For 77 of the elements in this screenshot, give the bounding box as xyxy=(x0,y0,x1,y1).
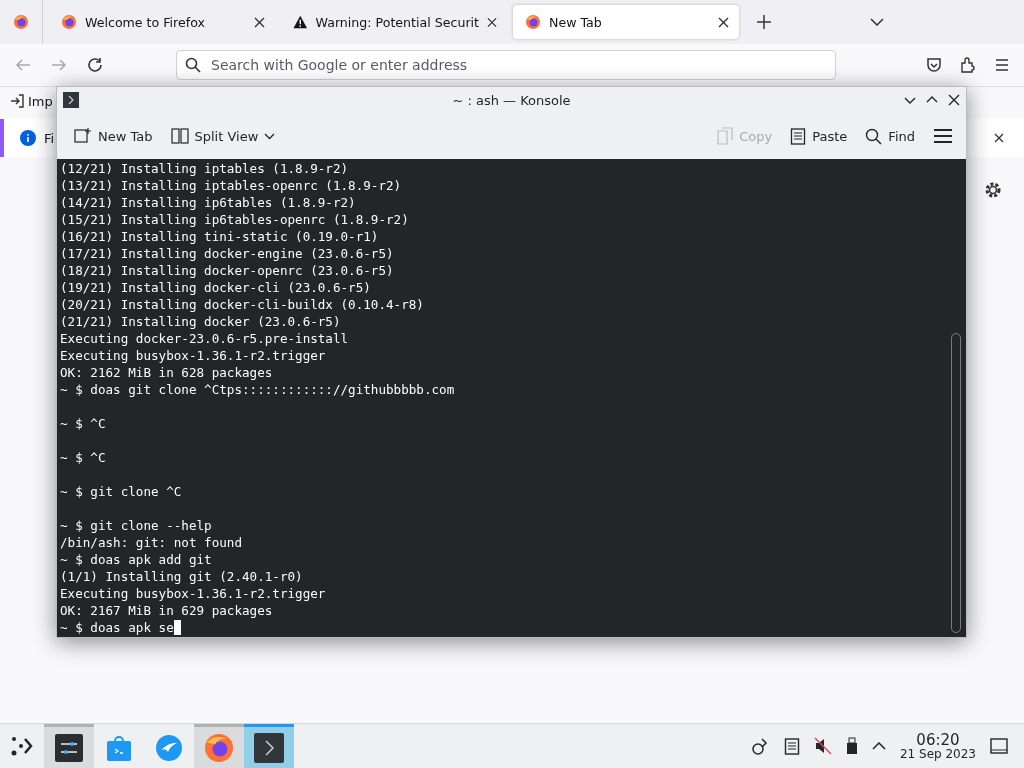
split-view-icon xyxy=(170,128,189,144)
import-icon xyxy=(10,94,24,108)
menu-icon[interactable] xyxy=(934,129,952,143)
reload-icon[interactable] xyxy=(86,56,104,74)
firefox-icon xyxy=(204,732,234,763)
terminal-line: ~ $ doas apk se xyxy=(60,619,951,636)
terminal-icon xyxy=(63,92,79,108)
terminal-line: (12/21) Installing iptables (1.8.9-r2) xyxy=(60,160,350,177)
terminal-line: OK: 2167 MiB in 629 packages xyxy=(60,602,274,619)
terminal-line: ~ $ git clone ^C xyxy=(60,483,183,501)
search-icon xyxy=(865,127,883,145)
new-tab-icon[interactable] xyxy=(757,15,771,29)
terminal-line: Executing docker-23.0.6-r5.pre-install xyxy=(60,330,350,347)
terminal-line: (13/21) Installing iptables-openrc (1.8.9-r2) xyxy=(60,177,403,194)
terminal-line: /bin/ash: git: not found xyxy=(60,534,243,551)
terminal-line: (16/21) Installing tini-static (0.19.0-r1) xyxy=(60,228,380,245)
firefox-icon xyxy=(525,14,541,30)
close-icon[interactable] xyxy=(948,94,960,106)
copy-icon xyxy=(717,127,734,145)
browser-tab[interactable]: Welcome to Firefox xyxy=(49,5,275,39)
terminal-line: (17/21) Installing docker-engine (23.0.6-r5) xyxy=(60,245,395,262)
terminal-line: ~ $ doas git clone ^Ctps:::::::::::://githubbbbb.com xyxy=(60,381,456,399)
browser-tab[interactable]: Warning: Potential Securit xyxy=(281,5,507,39)
new-tab-icon xyxy=(74,127,92,145)
terminal-line: (15/21) Installing ip6tables-openrc (1.8.9-r2) xyxy=(60,211,410,228)
search-icon xyxy=(185,57,201,73)
shopping-bag-icon xyxy=(105,733,133,762)
settings-icon[interactable] xyxy=(984,181,1002,199)
terminal-line: (14/21) Installing ip6tables (1.8.9-r2) xyxy=(60,194,357,211)
terminal-line: (19/21) Installing docker-cli (23.0.6-r5) xyxy=(60,279,372,296)
terminal-line: (18/21) Installing docker-openrc (23.0.6-r5) xyxy=(60,262,395,279)
clock[interactable]: 06:20 21 Sep 2023 xyxy=(899,732,976,760)
info-icon xyxy=(20,130,36,146)
chevron-down-icon xyxy=(264,132,276,140)
close-icon[interactable] xyxy=(254,16,265,28)
terminal-line: ~ $ git clone --help xyxy=(60,517,213,534)
toolbar-button[interactable]: Paste xyxy=(783,123,855,149)
chevron-up-icon[interactable] xyxy=(871,742,886,750)
close-icon[interactable] xyxy=(487,16,497,28)
taskbar-app[interactable] xyxy=(44,724,94,768)
taskbar-app[interactable] xyxy=(244,724,294,768)
text-cursor xyxy=(173,620,181,635)
address-bar[interactable]: Search with Google or enter address xyxy=(176,50,836,80)
clipboard-icon xyxy=(790,127,807,145)
firefox-icon xyxy=(61,14,77,30)
chevron-down-icon[interactable] xyxy=(870,18,884,26)
warning-icon xyxy=(293,14,308,30)
clipboard-icon[interactable] xyxy=(783,737,800,755)
terminal-line: OK: 2162 MiB in 628 packages xyxy=(60,364,274,381)
network-icon[interactable] xyxy=(751,737,770,755)
browser-tab[interactable]: New Tab xyxy=(513,5,739,39)
terminal-line: (20/21) Installing docker-cli-buildx (0.10.4-r8) xyxy=(60,296,425,313)
terminal-line: ~ $ doas apk add git xyxy=(60,551,213,568)
terminal-line: (1/1) Installing git (2.40.1-r0) xyxy=(60,568,304,585)
terminal-line: Executing busybox-1.36.1-r2.trigger xyxy=(60,347,327,364)
terminal-line: Executing busybox-1.36.1-r2.trigger xyxy=(60,585,327,602)
toolbar-button[interactable]: Split View xyxy=(163,124,283,148)
firefox-icon xyxy=(13,14,29,30)
bookmark-item[interactable]: Imp xyxy=(28,93,53,109)
launcher-icon[interactable] xyxy=(10,735,34,757)
terminal-line: ~ $ ^C xyxy=(60,449,107,467)
terminal-icon xyxy=(254,732,284,763)
toolbar-button[interactable]: New Tab xyxy=(67,123,160,149)
toolbar-button[interactable]: Find xyxy=(858,123,922,149)
bird-globe-icon xyxy=(155,733,183,762)
puzzle-icon[interactable] xyxy=(960,57,976,73)
terminal-line: ~ $ ^C xyxy=(60,415,107,433)
window-title: ~ : ash — Konsole xyxy=(452,92,571,108)
terminal-line: (21/21) Installing docker (23.0.6-r5) xyxy=(60,313,342,330)
close-icon[interactable] xyxy=(718,16,729,28)
muted-speaker-icon[interactable] xyxy=(813,737,832,755)
pocket-icon[interactable] xyxy=(926,57,942,73)
notification-text: Fi xyxy=(44,130,55,146)
show-desktop-icon[interactable] xyxy=(990,738,1008,754)
settings-app-icon xyxy=(55,733,83,762)
close-icon[interactable] xyxy=(994,133,1004,143)
usb-drive-icon[interactable] xyxy=(845,737,858,755)
